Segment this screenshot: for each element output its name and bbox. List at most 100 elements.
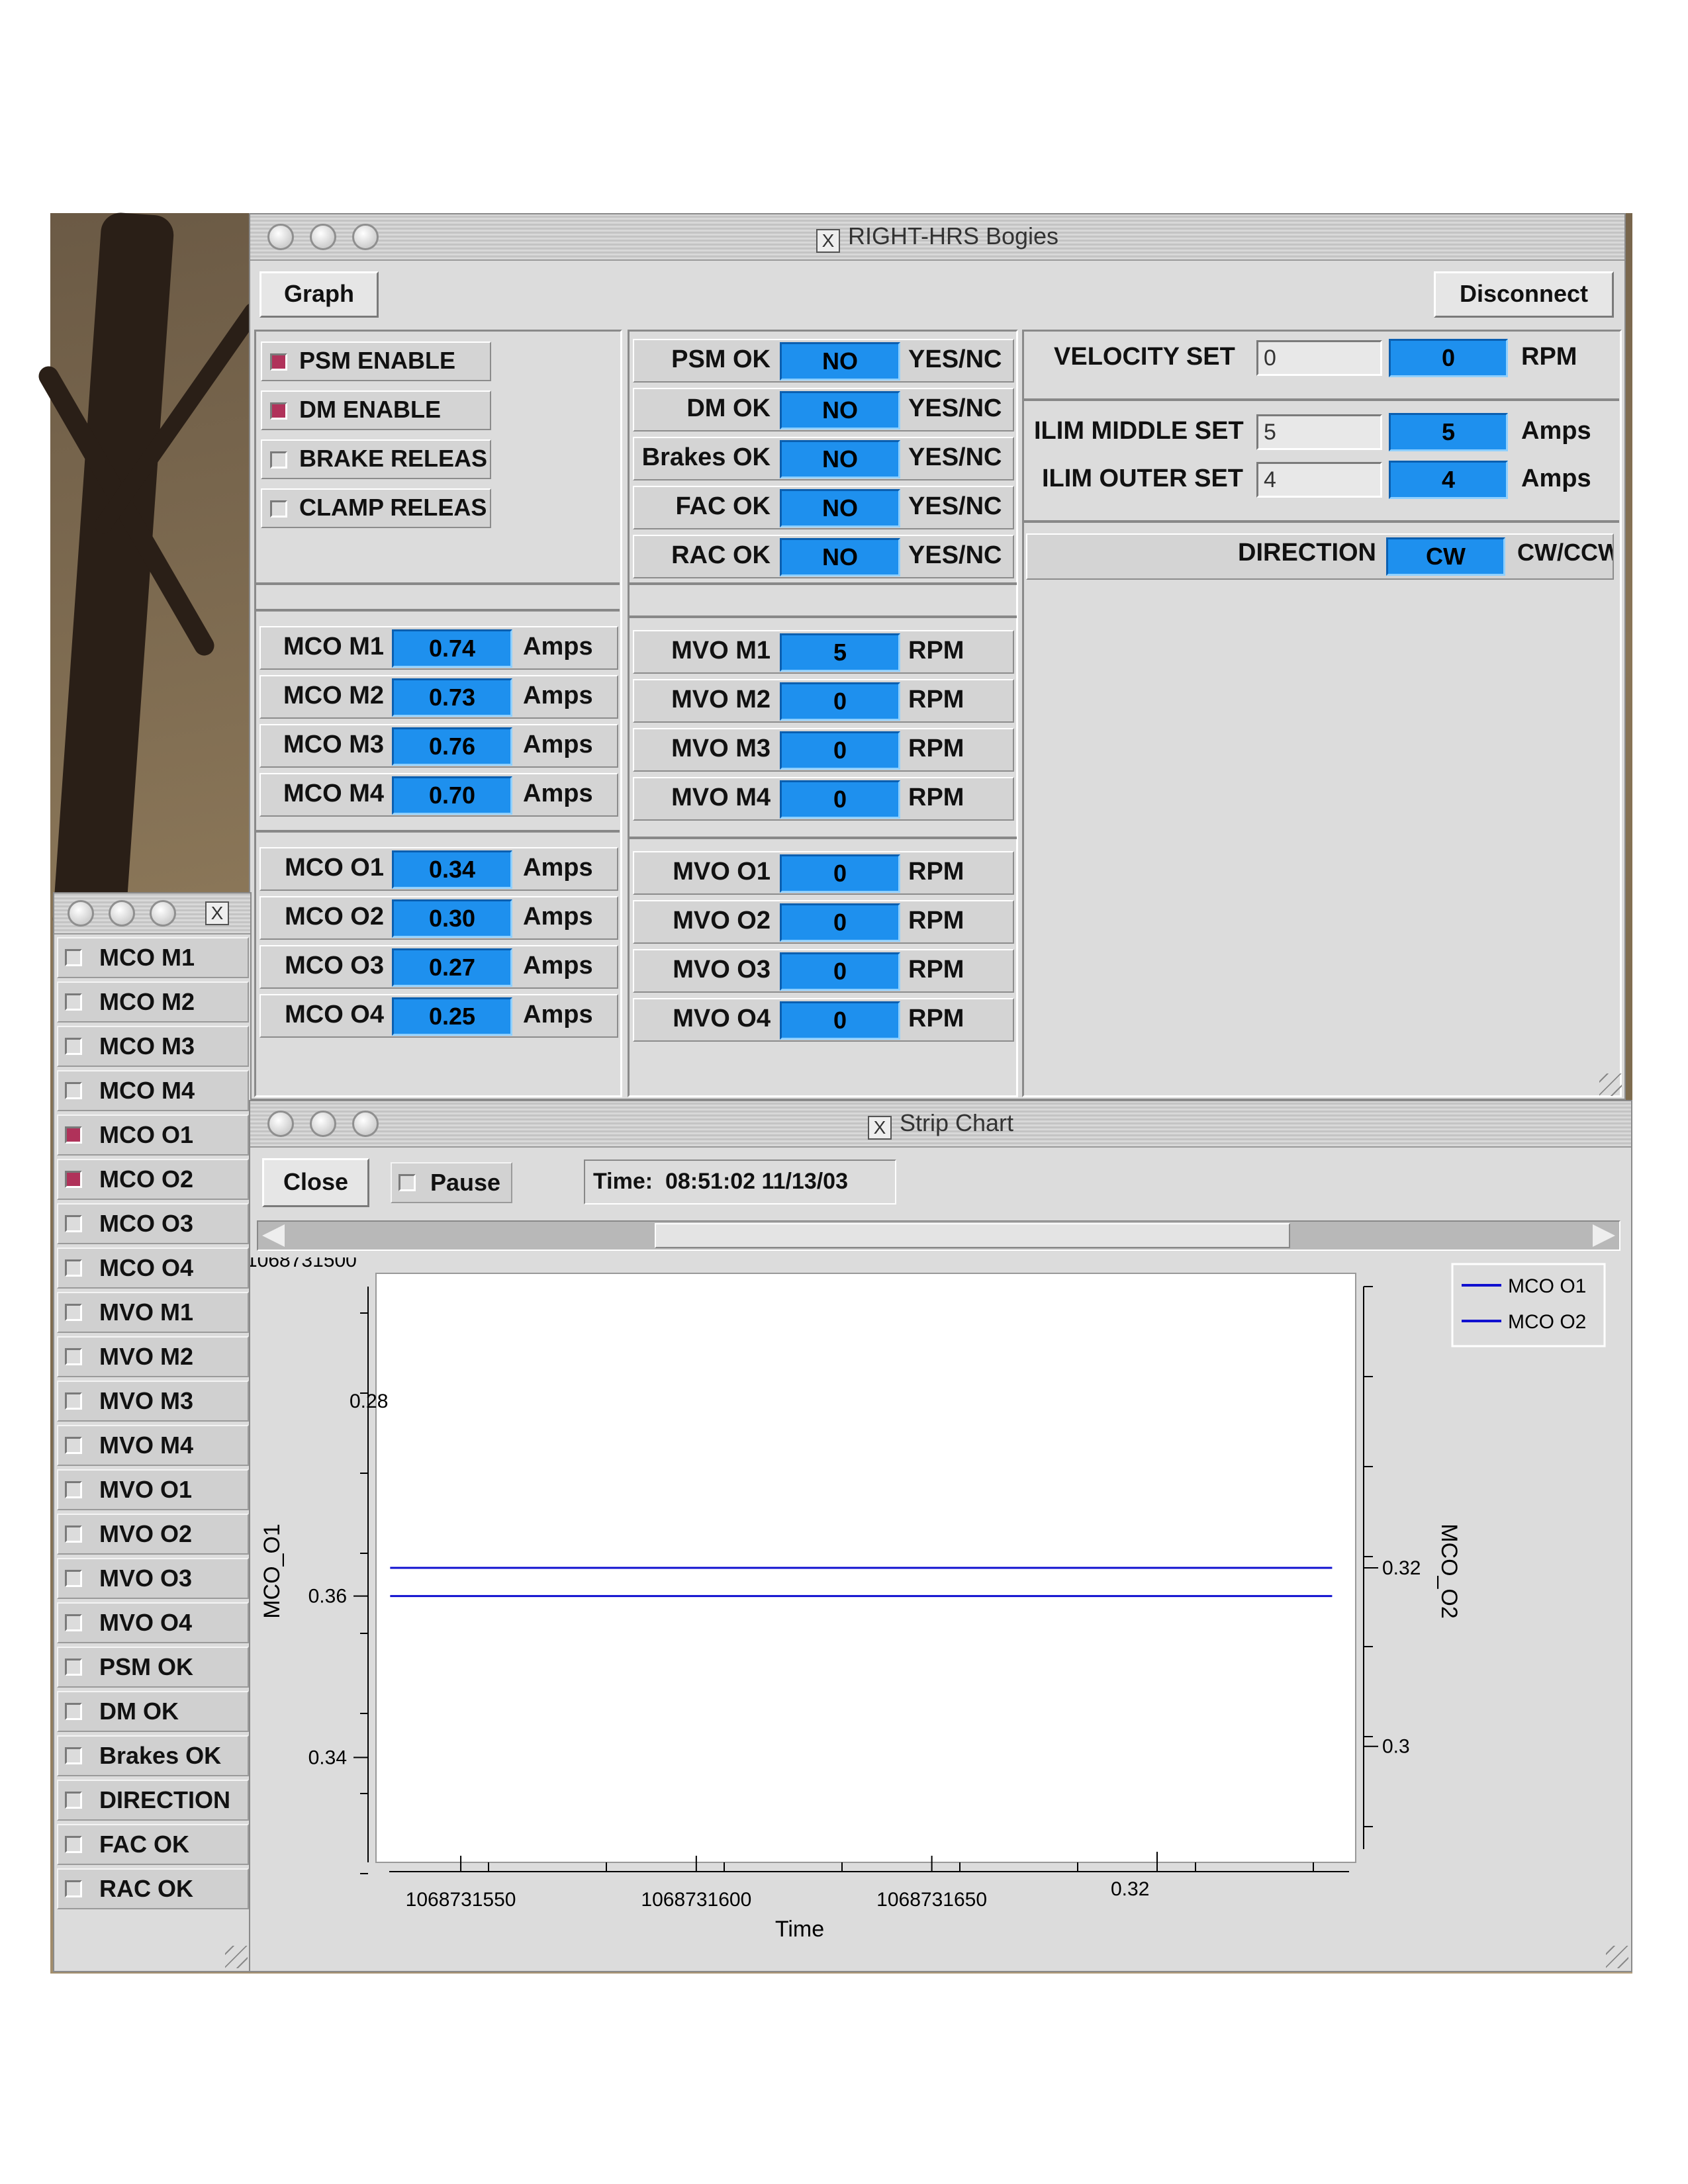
signal-list-item[interactable]: MVO O2 bbox=[57, 1514, 249, 1555]
checkbox[interactable] bbox=[65, 949, 82, 966]
enable-checkbox-row[interactable]: PSM ENABLE bbox=[261, 341, 491, 381]
checkbox[interactable] bbox=[65, 1481, 82, 1498]
signal-label: MCO O4 bbox=[99, 1254, 194, 1281]
ilim-middle-input[interactable]: 5 bbox=[1256, 414, 1382, 450]
checkbox[interactable] bbox=[65, 1171, 82, 1188]
signal-list-item[interactable]: MVO M3 bbox=[57, 1381, 249, 1422]
signal-label: MVO M3 bbox=[99, 1387, 194, 1414]
resize-grip-icon[interactable] bbox=[1599, 1073, 1622, 1096]
signal-list-item[interactable]: MVO O4 bbox=[57, 1602, 249, 1643]
enable-checkbox-row[interactable]: DM ENABLE bbox=[261, 390, 491, 430]
strip-chart-titlebar[interactable]: X Strip Chart bbox=[250, 1101, 1631, 1148]
time-label: Time: bbox=[593, 1169, 653, 1194]
velocity-set-input[interactable]: 0 bbox=[1256, 340, 1382, 376]
minimize-circle-icon[interactable] bbox=[109, 900, 135, 927]
mvo-middle-unit: RPM bbox=[908, 637, 964, 664]
signal-list-item[interactable]: FAC OK bbox=[57, 1824, 249, 1865]
signal-label: PSM OK bbox=[99, 1653, 194, 1680]
mvo-outer-label: MVO O2 bbox=[673, 907, 771, 934]
checkbox[interactable] bbox=[270, 402, 287, 420]
checkbox[interactable] bbox=[65, 1082, 82, 1099]
mco-outer-row: MCO O4 0.25 Amps bbox=[259, 994, 618, 1038]
signal-label: MCO O3 bbox=[99, 1210, 194, 1237]
x-tick-label: 1068731650 bbox=[876, 1889, 987, 1911]
checkbox[interactable] bbox=[65, 1392, 82, 1410]
checkbox[interactable] bbox=[65, 1304, 82, 1321]
checkbox[interactable] bbox=[65, 1437, 82, 1454]
right-tick-label: 0.3 bbox=[1382, 1736, 1410, 1758]
checkbox[interactable] bbox=[65, 1570, 82, 1587]
signal-list-item[interactable]: MVO M1 bbox=[57, 1292, 249, 1333]
checkbox[interactable] bbox=[270, 451, 287, 469]
main-window-titlebar[interactable]: X RIGHT-HRS Bogies bbox=[250, 214, 1624, 261]
scrollbar-thumb[interactable] bbox=[655, 1223, 1291, 1248]
signal-list-item[interactable]: MCO O2 bbox=[57, 1159, 249, 1200]
signal-label: DIRECTION bbox=[99, 1786, 230, 1813]
pause-checkbox-box[interactable] bbox=[399, 1174, 416, 1191]
disconnect-button[interactable]: Disconnect bbox=[1434, 271, 1614, 318]
signal-list-item[interactable]: MCO O1 bbox=[57, 1115, 249, 1156]
pause-checkbox[interactable]: Pause bbox=[391, 1162, 512, 1203]
mco-middle-row: MCO M1 0.74 Amps bbox=[259, 626, 618, 670]
checkbox[interactable] bbox=[65, 1703, 82, 1720]
zoom-circle-icon[interactable] bbox=[150, 900, 176, 927]
enable-checkbox-row[interactable]: CLAMP RELEAS bbox=[261, 488, 491, 528]
signal-list-item[interactable]: PSM OK bbox=[57, 1647, 249, 1688]
strip-chart-title: Strip Chart bbox=[899, 1109, 1014, 1136]
signal-list-item[interactable]: MVO M2 bbox=[57, 1336, 249, 1377]
status-value: NO bbox=[780, 440, 900, 478]
direction-row: DIRECTION CW CW/CCW bbox=[1026, 533, 1614, 580]
signal-list-item[interactable]: DIRECTION bbox=[57, 1780, 249, 1821]
ilim-outer-input[interactable]: 4 bbox=[1256, 462, 1382, 498]
signal-list-item[interactable]: MCO M1 bbox=[57, 937, 249, 978]
checkbox[interactable] bbox=[65, 993, 82, 1011]
signal-list-item[interactable]: MVO M4 bbox=[57, 1425, 249, 1466]
scroll-left-arrow-icon[interactable] bbox=[262, 1224, 285, 1247]
checkbox[interactable] bbox=[65, 1215, 82, 1232]
signal-list-titlebar[interactable]: X bbox=[54, 893, 250, 934]
checkbox[interactable] bbox=[65, 1038, 82, 1055]
signal-list-item[interactable]: MCO M2 bbox=[57, 981, 249, 1023]
status-unit: YES/NC bbox=[908, 394, 1002, 422]
scroll-right-arrow-icon[interactable] bbox=[1593, 1224, 1615, 1247]
signal-list-item[interactable]: MCO O3 bbox=[57, 1203, 249, 1244]
signal-list-item[interactable]: MVO O3 bbox=[57, 1558, 249, 1599]
signal-label: RAC OK bbox=[99, 1875, 193, 1902]
enable-label: CLAMP RELEAS bbox=[299, 494, 487, 521]
checkbox[interactable] bbox=[65, 1126, 82, 1144]
status-value: NO bbox=[780, 489, 900, 527]
checkbox[interactable] bbox=[65, 1747, 82, 1764]
resize-grip-icon[interactable] bbox=[225, 1946, 248, 1968]
checkbox[interactable] bbox=[65, 1259, 82, 1277]
status-label: DM OK bbox=[686, 394, 771, 422]
signal-list-item[interactable]: MCO O4 bbox=[57, 1248, 249, 1289]
checkbox[interactable] bbox=[65, 1880, 82, 1897]
signal-label: MVO O3 bbox=[99, 1565, 193, 1592]
checkbox[interactable] bbox=[65, 1614, 82, 1631]
time-scrollbar[interactable] bbox=[257, 1220, 1620, 1251]
graph-button[interactable]: Graph bbox=[259, 271, 379, 318]
separator bbox=[1023, 398, 1619, 401]
checkbox[interactable] bbox=[65, 1836, 82, 1853]
signal-list-item[interactable]: DM OK bbox=[57, 1691, 249, 1732]
checkbox[interactable] bbox=[65, 1348, 82, 1365]
resize-grip-icon[interactable] bbox=[1606, 1946, 1628, 1968]
checkbox[interactable] bbox=[270, 500, 287, 518]
signal-list-item[interactable]: MVO O1 bbox=[57, 1469, 249, 1510]
close-circle-icon[interactable] bbox=[68, 900, 94, 927]
checkbox[interactable] bbox=[270, 353, 287, 371]
signal-list-item[interactable]: MCO M3 bbox=[57, 1026, 249, 1067]
close-button[interactable]: Close bbox=[262, 1158, 369, 1207]
mco-middle-unit: Amps bbox=[523, 731, 593, 758]
checkbox[interactable] bbox=[65, 1792, 82, 1809]
signal-list-item[interactable]: MCO M4 bbox=[57, 1070, 249, 1111]
mco-outer-unit: Amps bbox=[523, 854, 593, 882]
checkbox[interactable] bbox=[65, 1659, 82, 1676]
status-unit: YES/NC bbox=[908, 443, 1002, 471]
enable-checkbox-row[interactable]: BRAKE RELEAS bbox=[261, 439, 491, 479]
checkbox[interactable] bbox=[65, 1525, 82, 1543]
signal-list-item[interactable]: Brakes OK bbox=[57, 1735, 249, 1776]
signal-label: DM OK bbox=[99, 1698, 179, 1725]
signal-list-item[interactable]: RAC OK bbox=[57, 1868, 249, 1909]
ilim-middle-value: 5 bbox=[1389, 413, 1508, 451]
